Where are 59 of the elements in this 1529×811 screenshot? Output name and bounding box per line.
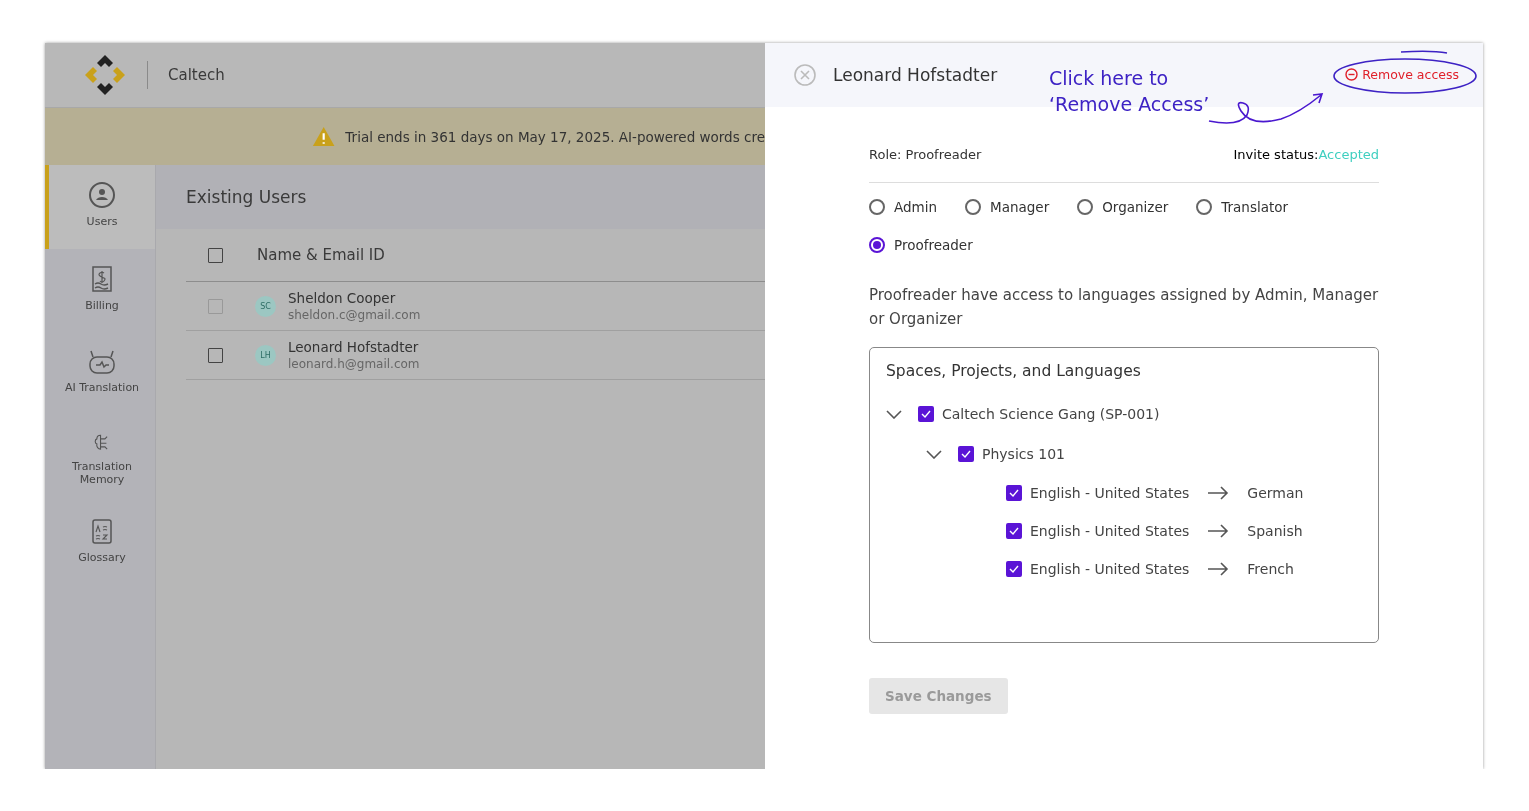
checkbox[interactable] <box>1006 485 1022 501</box>
check-icon <box>961 450 971 458</box>
logo-icon <box>83 53 127 97</box>
source-language: English - United States <box>1030 485 1190 501</box>
chevron-icon[interactable] <box>926 449 942 459</box>
checkbox[interactable] <box>1006 523 1022 539</box>
minus-circle-icon <box>1345 68 1359 81</box>
role-radio[interactable]: Proofreader <box>869 237 973 253</box>
receipt-icon <box>90 265 114 293</box>
organization-name: Caltech <box>168 66 225 84</box>
target-language: French <box>1247 561 1294 577</box>
check-icon <box>1009 489 1019 497</box>
user-name: Leonard Hofstadter <box>288 339 420 355</box>
target-language: Spanish <box>1247 523 1303 539</box>
trial-banner-text: Trial ends in 361 days on May 17, 2025. AI-powered words cre <box>345 128 765 145</box>
sidebar-item[interactable]: Billing <box>45 249 155 333</box>
section-title: Existing Users <box>186 187 307 207</box>
user-email: sheldon.c@gmail.com <box>288 308 421 322</box>
sidebar-item[interactable]: Users <box>45 165 155 249</box>
source-language: English - United States <box>1030 561 1190 577</box>
sidebar-item[interactable]: Glossary <box>45 501 155 585</box>
column-header: Name & Email ID <box>257 246 385 264</box>
checkbox[interactable] <box>918 406 934 422</box>
annotation-text: ‘Remove Access’ <box>1049 92 1210 117</box>
arrow-right-icon <box>1207 562 1230 576</box>
tree-item-label: Physics 101 <box>982 446 1065 462</box>
role-radio[interactable]: Admin <box>869 199 938 215</box>
arrow-right-icon <box>1207 486 1230 500</box>
source-language: English - United States <box>1030 523 1190 539</box>
panel-title: Spaces, Projects, and Languages <box>886 362 1142 380</box>
check-icon <box>921 410 931 418</box>
checkbox[interactable] <box>208 247 223 263</box>
role-text: Role: Proofreader <box>869 147 982 162</box>
drawer-title: Leonard Hofstadter <box>833 65 998 85</box>
checkbox[interactable] <box>958 446 974 462</box>
sidebar-item[interactable]: Translation Memory <box>45 417 155 501</box>
annotation-text: Click here to <box>1049 66 1170 91</box>
chevron-icon[interactable] <box>886 409 902 419</box>
role-radio[interactable]: Translator <box>1196 199 1289 215</box>
user-email: leonard.h@gmail.com <box>288 357 420 371</box>
invite-status: Invite status:Accepted <box>1233 147 1379 162</box>
avatar: SC <box>255 295 276 317</box>
robot-icon <box>87 349 117 375</box>
tree-item-label: Caltech Science Gang (SP-001) <box>942 406 1160 422</box>
sidebar-item[interactable]: AI Translation <box>45 333 155 417</box>
checkbox[interactable] <box>208 347 223 363</box>
arrow-right-icon <box>1207 524 1230 538</box>
role-description: Proofreader have access to languages assigned by Admin, Manager or Organizer <box>869 285 1379 330</box>
role-radio[interactable]: Organizer <box>1077 199 1169 215</box>
role-radio[interactable]: Manager <box>965 199 1050 215</box>
user-name: Sheldon Cooper <box>288 290 397 306</box>
avatar: LH <box>255 344 276 366</box>
target-language: German <box>1247 485 1304 501</box>
glossary-book-icon <box>91 517 113 545</box>
user-icon <box>88 181 116 209</box>
checkbox[interactable] <box>1006 561 1022 577</box>
check-icon <box>1009 565 1019 573</box>
warning-icon <box>312 125 336 148</box>
check-icon <box>1009 527 1019 535</box>
